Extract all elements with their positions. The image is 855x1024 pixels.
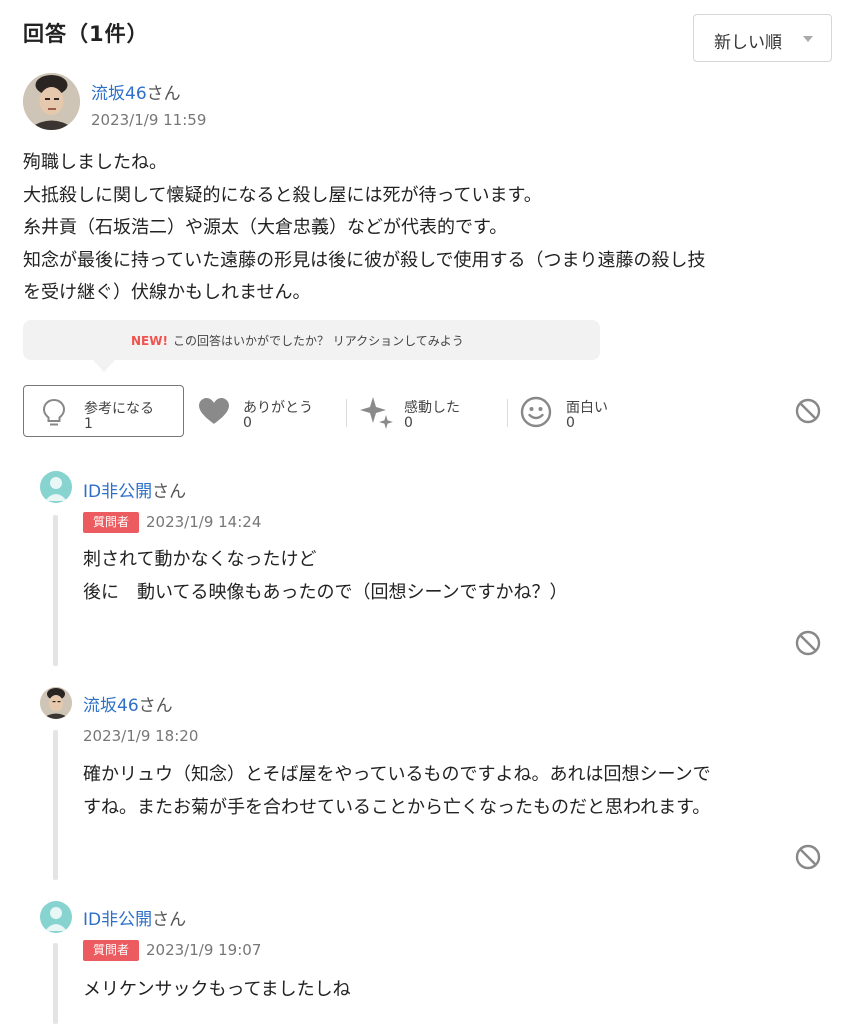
thread-line: [53, 515, 58, 666]
chevron-down-icon: [803, 36, 813, 42]
report-icon[interactable]: [795, 398, 821, 424]
reaction-label: 面白い: [566, 400, 608, 416]
answer-timestamp: 2023/1/9 11:59: [91, 111, 207, 129]
sort-label: 新しい順: [714, 33, 782, 53]
report-icon[interactable]: [795, 844, 821, 870]
user-photo-icon: [40, 687, 72, 719]
smile-icon: [520, 396, 552, 428]
answer-line: 知念が最後に持っていた遠藤の形見は後に彼が殺しで使用する（つまり遠藤の殺し技: [23, 249, 706, 271]
reply-line: 確かリュウ（知念）とそば屋をやっているものですよね。あれは回想シーンで: [83, 764, 711, 785]
reply-author[interactable]: 流坂46さん: [83, 691, 173, 716]
reaction-count: 0: [404, 415, 413, 431]
heart-icon: [199, 398, 229, 424]
reaction-count: 0: [243, 415, 252, 431]
answer-line: を受け継ぐ）伏線かもしれません。: [23, 282, 311, 303]
reply-line: すね。またお菊が手を合わせていることから亡くなったものだと思われます。: [83, 797, 711, 818]
reaction-prompt-text: この回答はいかがでしたか？ リアクションしてみよう: [172, 334, 464, 348]
answer-line: 殉職しましたね。: [23, 152, 167, 173]
avatar[interactable]: [23, 73, 80, 130]
thread-line: [53, 730, 58, 880]
bubble-tail: [93, 360, 115, 372]
avatar[interactable]: [40, 901, 72, 933]
reaction-prompt: NEW! この回答はいかがでしたか？ リアクションしてみよう: [23, 320, 600, 372]
sparkle-icon: [360, 397, 393, 429]
reply-author[interactable]: ID非公開さん: [83, 477, 186, 502]
report-icon[interactable]: [795, 630, 821, 656]
reply-timestamp: 2023/1/9 14:24: [146, 513, 262, 531]
reply-author-name[interactable]: 流坂46: [83, 696, 139, 716]
reaction-moved-button[interactable]: 感動した 0: [356, 385, 496, 437]
reply-body: 確かリュウ（知念）とそば屋をやっているものですよね。あれは回想シーンで すね。ま…: [83, 758, 711, 824]
reaction-label: 感動した: [404, 400, 460, 416]
answers-header: 回答（1件） 新しい順: [23, 14, 832, 62]
reaction-label: 参考になる: [84, 401, 154, 417]
answers-count-title: 回答（1件）: [23, 22, 149, 46]
answer-author[interactable]: 流坂46さん: [91, 79, 181, 104]
anonymous-user-icon: [45, 477, 67, 501]
reply-body: 刺されて動かなくなったけど 後に 動いてる映像もあったので（回想シーンですかね？…: [83, 543, 568, 609]
reply-timestamp: 2023/1/9 18:20: [83, 727, 199, 745]
reaction-label: ありがとう: [243, 400, 313, 416]
avatar[interactable]: [40, 687, 72, 719]
reply-body: メリケンサックもってましたしね: [83, 973, 351, 1006]
reply-author[interactable]: ID非公開さん: [83, 905, 186, 930]
avatar[interactable]: [40, 471, 72, 503]
reaction-funny-button[interactable]: 面白い 0: [518, 385, 648, 437]
reaction-count: 1: [84, 416, 93, 432]
honorific: さん: [146, 84, 181, 104]
divider: [507, 399, 508, 427]
divider: [346, 399, 347, 427]
new-label: NEW!: [131, 334, 168, 348]
reply-timestamp: 2023/1/9 19:07: [146, 941, 262, 959]
answer-body: 殉職しましたね。 大抵殺しに関して懐疑的になると殺し屋には死が待っています。 糸…: [23, 147, 828, 310]
reply-line: メリケンサックもってましたしね: [83, 979, 351, 1000]
honorific: さん: [152, 910, 187, 930]
answer-line: 糸井貢（石坂浩二）や源太（大倉忠義）などが代表的です。: [23, 217, 508, 238]
reaction-count: 0: [566, 415, 575, 431]
questioner-badge: 質問者: [83, 940, 139, 961]
reaction-helpful-button[interactable]: 参考になる 1: [23, 385, 184, 437]
reaction-thanks-button[interactable]: ありがとう 0: [195, 385, 335, 437]
lightbulb-icon: [42, 398, 66, 426]
user-photo-icon: [23, 73, 80, 130]
thread-line: [53, 943, 58, 1024]
reply-line: 刺されて動かなくなったけど: [83, 549, 317, 570]
reply-author-name[interactable]: ID非公開: [83, 482, 152, 502]
reply-author-name[interactable]: ID非公開: [83, 910, 152, 930]
anonymous-user-icon: [45, 907, 67, 931]
reply-line: 後に 動いてる映像もあったので（回想シーンですかね？）: [83, 582, 568, 603]
answer-author-name[interactable]: 流坂46: [91, 84, 147, 104]
questioner-badge: 質問者: [83, 512, 139, 533]
honorific: さん: [152, 482, 187, 502]
sort-dropdown[interactable]: 新しい順: [693, 14, 832, 62]
honorific: さん: [138, 696, 173, 716]
answer-line: 大抵殺しに関して懐疑的になると殺し屋には死が待っています。: [23, 184, 542, 206]
